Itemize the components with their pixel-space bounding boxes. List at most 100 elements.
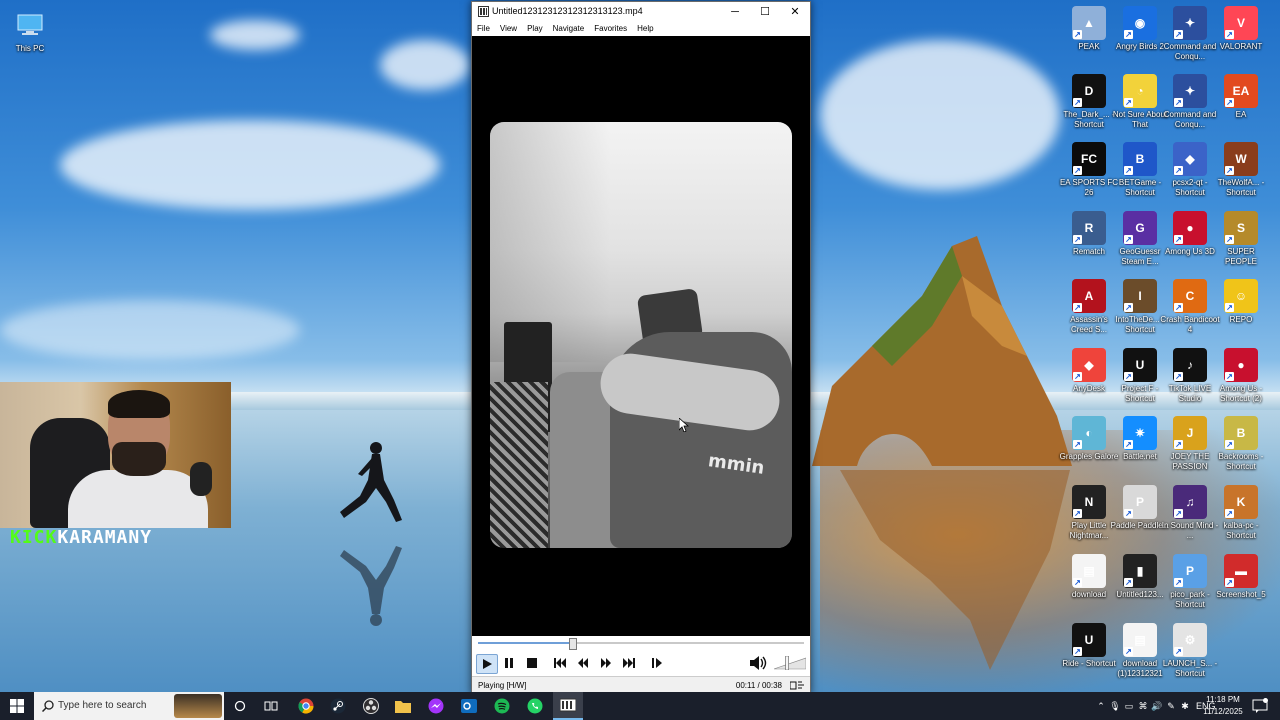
menu-help[interactable]: Help [632, 22, 658, 36]
desktop-icon[interactable]: V ↗ VALORANT [1211, 6, 1271, 52]
notification-icon[interactable] [1252, 698, 1268, 714]
taskbar-clock[interactable]: 11:18 PM 11/12/2025 [1198, 694, 1248, 718]
app-icon-glyph: G [1135, 221, 1145, 235]
frame-step-button[interactable] [648, 654, 668, 672]
runner-reflection [340, 546, 402, 626]
desktop-icon[interactable]: ⚙ ↗ LAUNCH_S... - Shortcut [1160, 623, 1220, 679]
app-icon-glyph: ⚙ [1184, 633, 1196, 647]
menu-view[interactable]: View [495, 22, 522, 36]
obs-icon[interactable] [356, 692, 386, 720]
desktop-icon[interactable]: W ↗ TheWolfA... - Shortcut [1211, 142, 1271, 198]
pause-button[interactable] [499, 654, 519, 672]
app-icon: R ↗ [1072, 211, 1106, 245]
shortcut-arrow-icon: ↗ [1073, 30, 1082, 39]
shortcut-arrow-icon: ↗ [1225, 30, 1234, 39]
stop-icon [527, 658, 537, 668]
app-icon: ◐ ↗ [1072, 416, 1106, 450]
start-button[interactable] [0, 692, 34, 720]
streamer-hair [108, 390, 170, 418]
signal-icon[interactable] [790, 680, 804, 691]
desktop-icon-label: Among Us - Shortcut (2) [1219, 384, 1263, 403]
shortcut-arrow-icon: ↗ [1225, 440, 1234, 449]
video-frame: mmin [490, 122, 792, 548]
search-highlight-image [174, 694, 222, 718]
app-icon: P ↗ [1123, 485, 1157, 519]
stop-button[interactable] [522, 654, 542, 672]
outlook-icon[interactable] [454, 692, 484, 720]
desktop-icon[interactable]: ● ↗ Among Us - Shortcut (2) [1211, 348, 1271, 404]
menu-navigate[interactable]: Navigate [548, 22, 590, 36]
app-icon-glyph: U [1084, 633, 1094, 647]
seek-bar-thumb[interactable] [569, 638, 578, 650]
app-icon-glyph: J [1186, 426, 1194, 440]
desktop-icon[interactable]: K ↗ kalba-pc - Shortcut [1211, 485, 1271, 541]
video-area[interactable]: mmin [472, 36, 810, 636]
previous-button[interactable] [550, 654, 570, 672]
app-icon: ✦ ↗ [1173, 6, 1207, 40]
title-bar[interactable]: Untitled12312312312312313123.mp4 ─ ☐ ✕ [472, 2, 810, 22]
chevron-up-icon[interactable]: ⌃ [1094, 701, 1108, 712]
maximize-button[interactable]: ☐ [750, 2, 780, 22]
spotify-icon[interactable] [487, 692, 517, 720]
app-icon-glyph: K [1236, 495, 1246, 509]
shortcut-arrow-icon: ↗ [1124, 303, 1133, 312]
pause-icon [505, 658, 513, 668]
microphone-tray-icon[interactable]: 🎙 [1108, 701, 1122, 712]
battery-icon[interactable]: ▭ [1122, 701, 1136, 712]
playback-status: Playing [H/W] [478, 681, 527, 690]
media-player-icon[interactable] [553, 692, 583, 720]
app-icon-glyph: P [1185, 564, 1194, 578]
fast-forward-button[interactable] [596, 654, 616, 672]
volume-tray-icon[interactable]: 🔊 [1150, 701, 1164, 712]
volume-icon[interactable] [748, 654, 768, 672]
messenger-icon[interactable] [421, 692, 451, 720]
taskbar: Type here to search ⌃ 🎙 ▭ ⌘ 🔊 ✎ ✱ ENG 11… [0, 692, 1280, 720]
app-icon-glyph: V [1236, 16, 1245, 30]
task-view-icon[interactable] [256, 692, 286, 720]
whatsapp-icon[interactable] [520, 692, 550, 720]
menu-play[interactable]: Play [522, 22, 548, 36]
pen-icon[interactable]: ✎ [1164, 701, 1178, 712]
shortcut-arrow-icon: ↗ [1124, 509, 1133, 518]
desktop-icon-this-pc[interactable]: This PC [0, 8, 60, 54]
seek-bar[interactable] [478, 638, 804, 650]
network-icon[interactable]: ⌘ [1136, 701, 1150, 712]
chrome-icon[interactable] [291, 692, 321, 720]
steam-icon[interactable] [323, 692, 353, 720]
menu-file[interactable]: File [472, 22, 495, 36]
cortana-icon[interactable] [225, 692, 255, 720]
webcam-overlay [0, 382, 231, 528]
volume-slider-thumb[interactable] [785, 656, 789, 670]
app-icon: ◆ ↗ [1072, 348, 1106, 382]
app-icon: ● ↗ [1224, 348, 1258, 382]
volume-slider[interactable] [774, 656, 806, 670]
desktop-icon[interactable]: ▬ ↗ Screenshot_5 [1211, 554, 1271, 600]
media-player-window: Untitled12312312312312313123.mp4 ─ ☐ ✕ F… [471, 1, 811, 695]
desktop-icon[interactable]: ☺ ↗ REPO [1211, 279, 1271, 325]
menu-favorites[interactable]: Favorites [589, 22, 632, 36]
play-button[interactable] [476, 654, 498, 674]
desktop-icon[interactable]: S ↗ SUPER PEOPLE [1211, 211, 1271, 267]
close-button[interactable]: ✕ [780, 2, 810, 22]
shortcut-arrow-icon: ↗ [1073, 372, 1082, 381]
app-icon: ☺ ↗ [1224, 279, 1258, 313]
minimize-button[interactable]: ─ [720, 2, 750, 22]
file-explorer-icon[interactable] [388, 692, 418, 720]
app-icon-glyph: W [1235, 152, 1247, 166]
app-icon: I ↗ [1123, 279, 1157, 313]
desktop-icon[interactable]: B ↗ Backrooms - Shortcut [1211, 416, 1271, 472]
desktop-icon-label: TheWolfA... - Shortcut [1217, 178, 1265, 197]
bluetooth-icon[interactable]: ✱ [1178, 701, 1192, 712]
rewind-button[interactable] [573, 654, 593, 672]
next-button[interactable] [619, 654, 639, 672]
app-icon: S ↗ [1224, 211, 1258, 245]
app-icon-glyph: P [1135, 495, 1144, 509]
taskbar-search-box[interactable]: Type here to search [34, 692, 224, 720]
app-icon-glyph: ▲ [1083, 16, 1095, 30]
shortcut-arrow-icon: ↗ [1225, 578, 1234, 587]
app-icon: ♪ ↗ [1173, 348, 1207, 382]
desktop-icon[interactable]: EA ↗ EA [1211, 74, 1271, 120]
skip-previous-icon [554, 658, 566, 668]
shortcut-arrow-icon: ↗ [1124, 235, 1133, 244]
shortcut-arrow-icon: ↗ [1174, 578, 1183, 587]
